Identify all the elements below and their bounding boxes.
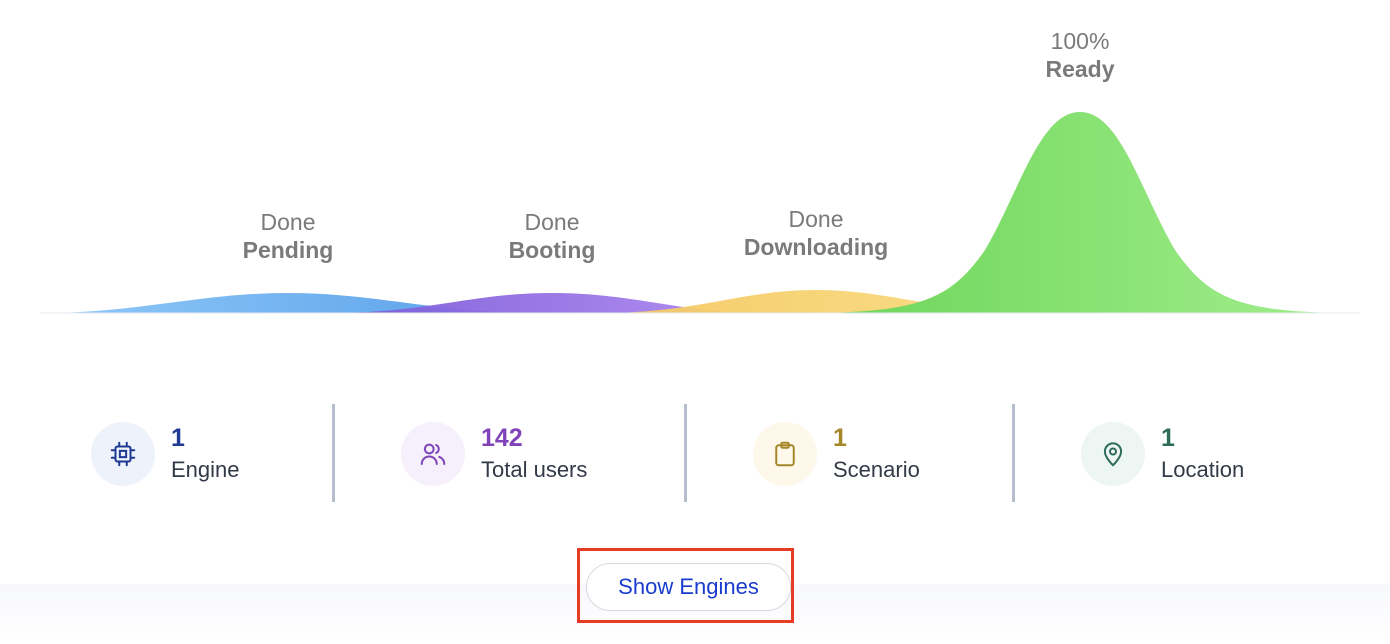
phase-status: Done [788, 206, 844, 232]
stat-scenarios: 1 Scenario [753, 420, 920, 488]
clipboard-icon [753, 422, 817, 486]
phase-name: Ready [1045, 56, 1115, 82]
phase-label-pending: Done Pending [178, 208, 398, 264]
engine-label: Engine [171, 457, 240, 482]
stat-divider [1012, 404, 1015, 502]
stat-users: 142 Total users [401, 420, 587, 488]
phase-status: Done [260, 209, 316, 235]
total-users-count: 142 [481, 424, 523, 452]
engine-status-chart: Done Pending Done Booting Done Downloadi… [0, 0, 1390, 340]
cpu-icon [91, 422, 155, 486]
phase-name: Pending [242, 237, 334, 263]
phase-label-downloading: Done Downloading [706, 205, 926, 261]
scenario-label: Scenario [833, 457, 920, 482]
stat-divider [684, 404, 687, 502]
stat-locations: 1 Location [1081, 420, 1244, 488]
location-pin-icon [1081, 422, 1145, 486]
location-count: 1 [1161, 424, 1175, 452]
phase-label-ready: 100% Ready [970, 27, 1190, 83]
users-icon [401, 422, 465, 486]
phase-name: Booting [508, 237, 596, 263]
scenario-count: 1 [833, 424, 847, 452]
phase-status: 100% [1050, 28, 1110, 54]
stat-divider [332, 404, 335, 502]
engine-count: 1 [171, 424, 185, 452]
stat-engines: 1 Engine [91, 420, 240, 488]
location-label: Location [1161, 457, 1245, 482]
highlight-box: Show Engines [577, 548, 794, 623]
phase-label-booting: Done Booting [442, 208, 662, 264]
summary-stats: 1 Engine 142 Total users 1 Scenario 1 Lo… [0, 400, 1390, 504]
phase-name: Downloading [743, 234, 889, 260]
phase-status: Done [524, 209, 580, 235]
show-engines-button[interactable]: Show Engines [586, 563, 791, 611]
total-users-label: Total users [481, 457, 588, 482]
